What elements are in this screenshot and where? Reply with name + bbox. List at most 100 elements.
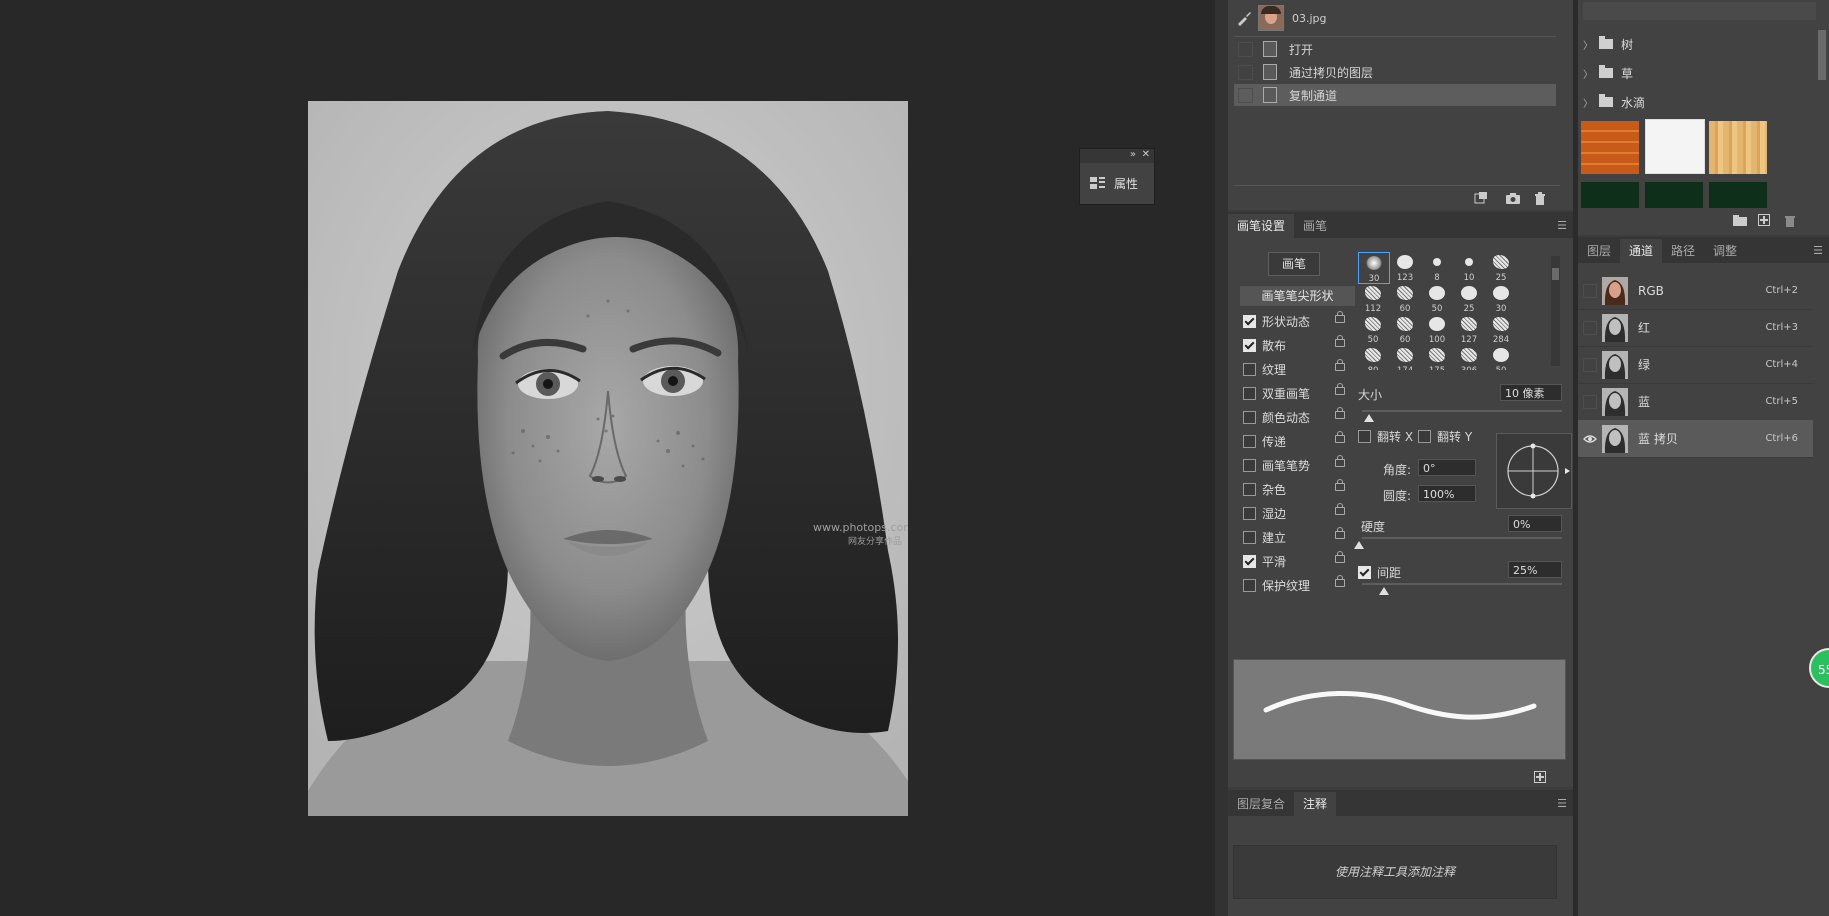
library-folder-water-drops[interactable]: 〉 水滴 [1583, 89, 1818, 115]
brush-option-0[interactable]: 形状动态 [1235, 310, 1345, 332]
history-item-open[interactable]: 打开 [1234, 38, 1556, 60]
lock-icon[interactable] [1335, 359, 1345, 371]
size-input[interactable]: 10 像素 [1500, 384, 1562, 401]
spacing-option[interactable]: 间距 [1358, 564, 1401, 581]
spacing-slider-track[interactable] [1362, 583, 1562, 585]
brush-tip-preset[interactable]: 284 [1486, 314, 1516, 345]
tab-paths[interactable]: 路径 [1662, 239, 1704, 263]
panel-menu-icon[interactable]: ☰ [1557, 797, 1567, 810]
brush-option-checkbox[interactable] [1243, 578, 1256, 592]
tab-notes[interactable]: 注释 [1294, 792, 1337, 816]
chevron-right-icon[interactable]: 〉 [1583, 37, 1593, 52]
brush-option-checkbox[interactable] [1243, 530, 1256, 544]
visibility-eye-icon[interactable] [1583, 394, 1597, 409]
flip-y-checkbox[interactable] [1418, 430, 1431, 443]
brush-tip-preset[interactable]: 100 [1422, 314, 1452, 345]
brush-option-2[interactable]: 纹理 [1235, 358, 1345, 380]
brush-option-checkbox[interactable] [1243, 410, 1256, 424]
brush-option-8[interactable]: 湿边 [1235, 502, 1345, 524]
trash-icon[interactable] [1784, 213, 1796, 227]
brush-option-3[interactable]: 双重画笔 [1235, 382, 1345, 404]
library-folder-tree[interactable]: 〉 树 [1583, 31, 1818, 57]
angle-input[interactable]: 0° [1418, 459, 1476, 476]
visibility-eye-icon[interactable] [1583, 357, 1597, 372]
brush-tip-preset[interactable]: 60 [1390, 314, 1420, 345]
brush-tip-preset[interactable]: 60 [1390, 283, 1420, 314]
float-panel-titlebar[interactable]: » ✕ [1080, 149, 1154, 163]
wood-pattern-swatch[interactable] [1709, 121, 1767, 174]
tab-layers[interactable]: 图层 [1578, 239, 1620, 263]
lock-icon[interactable] [1335, 407, 1345, 419]
brush-option-7[interactable]: 杂色 [1235, 478, 1345, 500]
brush-tip-preset[interactable]: 30 [1358, 252, 1390, 284]
history-snapshot-row[interactable]: 03.jpg [1234, 5, 1556, 31]
brush-option-checkbox[interactable] [1243, 362, 1256, 376]
tip-grid-scrollbar[interactable] [1551, 256, 1560, 366]
brush-option-5[interactable]: 传递 [1235, 430, 1345, 452]
channel-row[interactable]: 蓝 Ctrl+5 [1578, 383, 1813, 421]
history-source-checkbox[interactable] [1238, 64, 1253, 80]
panel-menu-icon[interactable]: ☰ [1813, 244, 1823, 257]
brush-tip-preset[interactable]: 50 [1422, 283, 1452, 314]
libraries-search-bar[interactable] [1583, 2, 1816, 20]
lock-icon[interactable] [1335, 383, 1345, 395]
properties-button[interactable]: 属性 [1080, 163, 1154, 203]
camera-icon[interactable] [1506, 192, 1520, 204]
brush-tip-preset[interactable]: 30 [1486, 283, 1516, 314]
brush-tip-preset[interactable]: 112 [1358, 283, 1388, 314]
lock-icon[interactable] [1335, 503, 1345, 515]
channel-row[interactable]: 蓝 拷贝 Ctrl+6 [1578, 420, 1813, 458]
flip-x-option[interactable]: 翻转 X [1358, 428, 1413, 445]
channel-row[interactable]: RGB Ctrl+2 [1578, 272, 1813, 310]
brush-option-9[interactable]: 建立 [1235, 526, 1345, 548]
brush-tip-preset[interactable]: 50 [1486, 345, 1516, 370]
document-image[interactable]: www.photops.com 网友分享作品 [308, 101, 908, 816]
spacing-input[interactable]: 25% [1508, 561, 1562, 578]
brush-option-checkbox[interactable] [1243, 338, 1256, 352]
library-folder-grass[interactable]: 〉 草 [1583, 60, 1818, 86]
tab-channels[interactable]: 通道 [1620, 239, 1663, 263]
hardness-input[interactable]: 0% [1508, 515, 1562, 532]
brush-tip-preset[interactable]: 25 [1486, 252, 1516, 283]
grass-pattern-swatch[interactable] [1645, 182, 1703, 208]
brush-option-checkbox[interactable] [1243, 482, 1256, 496]
brush-option-checkbox[interactable] [1243, 458, 1256, 472]
history-source-checkbox[interactable] [1238, 41, 1253, 57]
brush-option-10[interactable]: 平滑 [1235, 550, 1345, 572]
panel-menu-icon[interactable]: ☰ [1557, 219, 1567, 232]
brush-tip-preset[interactable]: 123 [1390, 252, 1420, 283]
history-item-layer-via-copy[interactable]: 通过拷贝的图层 [1234, 61, 1556, 83]
roundness-input[interactable]: 100% [1418, 485, 1476, 502]
flip-x-checkbox[interactable] [1358, 430, 1371, 443]
brush-presets-button[interactable]: 画笔 [1268, 252, 1320, 276]
tab-brushes[interactable]: 画笔 [1294, 214, 1336, 238]
brush-tip-preset[interactable]: 50 [1358, 314, 1388, 345]
visibility-eye-icon[interactable] [1583, 283, 1597, 298]
spacing-slider-knob[interactable] [1379, 587, 1389, 595]
white-pattern-swatch[interactable] [1645, 119, 1705, 174]
history-source-checkbox[interactable] [1238, 87, 1253, 103]
lock-icon[interactable] [1335, 479, 1345, 491]
brick-pattern-swatch[interactable] [1581, 121, 1639, 174]
tab-brush-settings[interactable]: 画笔设置 [1228, 214, 1295, 238]
brush-tip-grid[interactable]: 30 123 8 10 25 112 60 50 25 30 50 60 100 127 284 801741… [1358, 252, 1543, 370]
lock-icon[interactable] [1335, 455, 1345, 467]
brush-tip-preset[interactable]: 306 [1454, 345, 1484, 370]
tab-layer-comps[interactable]: 图层复合 [1228, 792, 1294, 816]
libraries-scrollbar[interactable] [1818, 30, 1826, 80]
chevron-right-icon[interactable]: 〉 [1583, 95, 1593, 110]
brush-tip-preset[interactable]: 80 [1358, 345, 1388, 370]
add-item-icon[interactable] [1758, 214, 1770, 226]
brush-tip-preset[interactable]: 8 [1422, 252, 1452, 283]
size-slider-track[interactable] [1362, 410, 1562, 412]
close-icon[interactable]: ✕ [1142, 149, 1150, 160]
visibility-eye-icon[interactable] [1583, 320, 1597, 335]
grass-pattern-swatch[interactable] [1581, 182, 1639, 208]
visibility-eye-icon[interactable] [1583, 432, 1597, 446]
lock-icon[interactable] [1335, 527, 1345, 539]
hardness-slider-knob[interactable] [1354, 541, 1364, 549]
grass-pattern-swatch[interactable] [1709, 182, 1767, 208]
brush-angle-widget[interactable] [1496, 433, 1574, 511]
brush-option-6[interactable]: 画笔笔势 [1235, 454, 1345, 476]
brush-tip-shape-header[interactable]: 画笔笔尖形状 [1240, 286, 1355, 306]
